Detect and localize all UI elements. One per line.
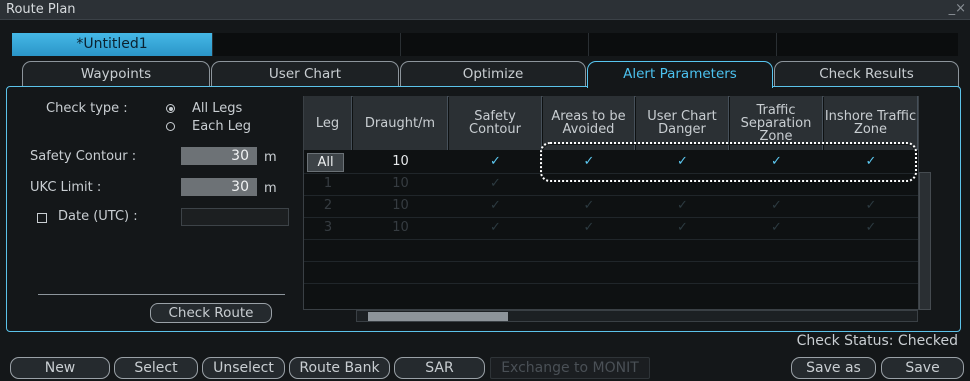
sar-button[interactable]: SAR	[394, 357, 485, 379]
check-cell[interactable]: ✓	[824, 195, 918, 217]
column-header-draught[interactable]: Draught/m	[353, 96, 448, 150]
check-type-label: Check type :	[46, 101, 128, 116]
file-slot[interactable]	[400, 33, 588, 56]
draught-cell[interactable]: 10	[353, 173, 448, 195]
check-cell[interactable]: ✓	[543, 195, 635, 217]
column-header-safety-contour[interactable]: Safety Contour	[449, 96, 542, 150]
radio-all-legs[interactable]	[166, 104, 175, 113]
save-button[interactable]: Save	[881, 357, 964, 379]
row-divider	[304, 283, 918, 284]
leg-cell[interactable]: 2	[304, 195, 352, 217]
row-divider	[304, 261, 918, 262]
check-cell[interactable]: ✓	[636, 217, 729, 239]
draught-cell[interactable]: 10	[353, 217, 448, 239]
leg-cell[interactable]: 1	[304, 173, 352, 195]
check-cell[interactable]: ✓	[449, 151, 542, 173]
ukc-limit-unit: m	[264, 181, 277, 196]
file-slot[interactable]	[776, 33, 958, 56]
horizontal-scroll-thumb[interactable]	[368, 312, 508, 321]
file-slot[interactable]	[588, 33, 776, 56]
check-cell[interactable]: ✓	[543, 217, 635, 239]
highlight-callout	[540, 142, 917, 182]
date-utc-field[interactable]	[181, 208, 289, 226]
tab-waypoints[interactable]: Waypoints	[22, 61, 210, 87]
exchange-to-monit-button: Exchange to MONIT	[490, 357, 650, 379]
tab-user-chart[interactable]: User Chart	[211, 61, 399, 87]
column-header-leg[interactable]: Leg	[304, 96, 352, 150]
row-divider	[304, 239, 918, 240]
check-status: Check Status: Checked	[796, 333, 958, 349]
title-bar	[0, 0, 970, 20]
route-bank-button[interactable]: Route Bank	[289, 357, 390, 379]
select-button[interactable]: Select	[114, 357, 198, 379]
tab-check-results[interactable]: Check Results	[774, 61, 959, 87]
window-title: Route Plan	[6, 2, 76, 17]
option-each-leg-label: Each Leg	[192, 119, 251, 134]
file-tab-untitled1[interactable]: *Untitled1	[12, 33, 212, 56]
radio-each-leg[interactable]	[166, 122, 175, 131]
leg-cell-all[interactable]: All	[307, 153, 344, 172]
close-icon[interactable]: _×	[949, 1, 966, 16]
safety-contour-input[interactable]: 30	[181, 147, 257, 165]
ukc-limit-label: UKC Limit :	[30, 180, 102, 195]
date-checkbox[interactable]	[37, 213, 47, 223]
check-cell[interactable]: ✓	[449, 195, 542, 217]
date-utc-label: Date (UTC) :	[58, 209, 138, 224]
check-cell[interactable]: ✓	[636, 195, 729, 217]
check-cell[interactable]: ✓	[449, 217, 542, 239]
safety-contour-label: Safety Contour :	[30, 149, 137, 164]
check-cell[interactable]: ✓	[449, 173, 542, 195]
leg-cell[interactable]: 3	[304, 217, 352, 239]
check-cell[interactable]: ✓	[824, 217, 918, 239]
divider	[38, 294, 285, 295]
unselect-button[interactable]: Unselect	[202, 357, 285, 379]
option-all-legs-label: All Legs	[192, 101, 243, 116]
new-button[interactable]: New	[10, 357, 110, 379]
draught-cell[interactable]: 10	[353, 151, 448, 173]
check-route-button[interactable]: Check Route	[150, 303, 272, 323]
vertical-scrollbar[interactable]	[919, 172, 931, 310]
tab-optimize[interactable]: Optimize	[400, 61, 586, 87]
save-as-button[interactable]: Save as	[791, 357, 876, 379]
ukc-limit-input[interactable]: 30	[181, 178, 257, 196]
tab-alert-parameters[interactable]: Alert Parameters	[587, 61, 773, 88]
safety-contour-unit: m	[264, 150, 277, 165]
file-slot[interactable]	[212, 33, 400, 56]
draught-cell[interactable]: 10	[353, 195, 448, 217]
check-cell[interactable]: ✓	[730, 195, 823, 217]
check-cell[interactable]: ✓	[730, 217, 823, 239]
